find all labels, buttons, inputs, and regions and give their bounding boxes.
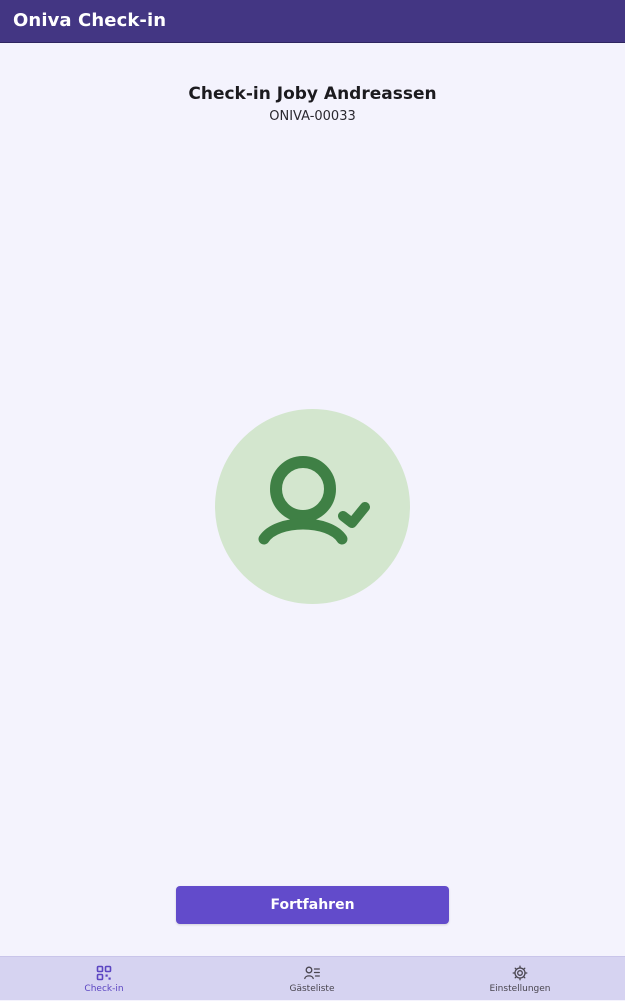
continue-button[interactable]: Fortfahren xyxy=(176,886,449,924)
checkin-success-indicator xyxy=(215,409,410,604)
app-bar: Oniva Check-in xyxy=(0,0,625,43)
qr-code-icon xyxy=(96,965,112,981)
bottom-navigation: Check-in Gästeliste Einstellungen xyxy=(0,956,625,1000)
guest-code: ONIVA-00033 xyxy=(269,109,356,124)
app-title: Oniva Check-in xyxy=(13,10,167,31)
nav-label-guest-list: Gästeliste xyxy=(289,984,335,994)
nav-item-guest-list[interactable]: Gästeliste xyxy=(208,957,416,1001)
gear-icon xyxy=(512,965,528,981)
nav-item-settings[interactable]: Einstellungen xyxy=(416,957,625,1001)
checkin-title: Check-in Joby Andreassen xyxy=(188,84,437,104)
nav-item-check-in[interactable]: Check-in xyxy=(0,957,208,1001)
guest-list-icon xyxy=(304,966,320,980)
nav-label-check-in: Check-in xyxy=(84,984,124,994)
person-check-icon xyxy=(258,456,370,545)
nav-label-settings: Einstellungen xyxy=(489,984,551,994)
